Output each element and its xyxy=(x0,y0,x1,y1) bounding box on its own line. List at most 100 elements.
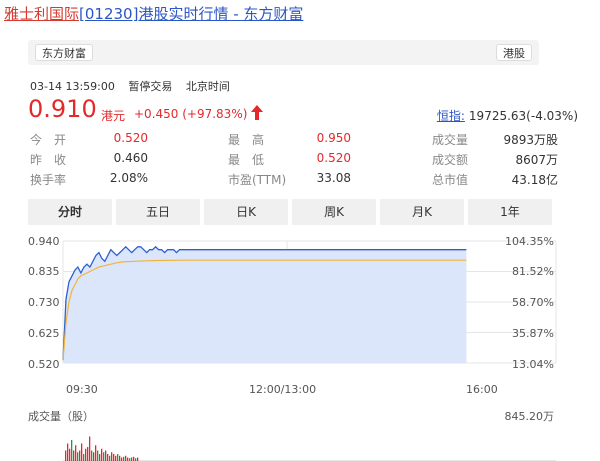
y-tick-right: 81.52% xyxy=(512,265,554,278)
volume-value: 9893万股 xyxy=(503,133,558,147)
tab-weekly-k[interactable]: 周K xyxy=(292,199,376,225)
stats-grid: 今 开 0.520 最 高 0.950 成交量 9893万股 昨 收 0.460… xyxy=(30,128,558,188)
volume-bar xyxy=(125,455,127,461)
y-tick-right: 13.04% xyxy=(512,358,554,371)
x-tick: 16:00 xyxy=(466,383,498,396)
quote-time: 03-14 13:59:00 xyxy=(30,80,115,93)
volume-bar xyxy=(101,448,103,461)
volume-bar xyxy=(111,452,113,461)
pe-value: 33.08 xyxy=(316,171,351,185)
index-quote: 恒指: 19725.63(-4.03%) xyxy=(437,107,578,124)
tab-monthly-k[interactable]: 月K xyxy=(380,199,464,225)
turnover-label: 换手率 xyxy=(30,173,67,187)
volume-bar xyxy=(131,457,133,461)
volume-bar xyxy=(75,445,77,461)
quote-page-link[interactable]: 港股实时行情 - 东方财富 xyxy=(138,5,303,23)
prev-close-label: 昨 收 xyxy=(30,153,67,167)
volume-bar xyxy=(117,454,119,461)
volume-bar xyxy=(71,440,73,461)
open-value: 0.520 xyxy=(113,131,148,145)
time-zone: 北京时间 xyxy=(185,80,230,93)
volume-bar xyxy=(119,455,121,461)
volume-bar xyxy=(91,450,93,461)
volume-bar xyxy=(97,450,99,461)
high-label: 最 高 xyxy=(228,133,265,147)
price-currency: 港元 xyxy=(101,109,126,123)
volume-bar xyxy=(83,454,85,461)
tab-daily-k[interactable]: 日K xyxy=(204,199,288,225)
volume-bar xyxy=(65,450,67,461)
stock-code-link[interactable]: [01230] xyxy=(79,5,138,23)
stock-name-link[interactable]: 雅士利国际 xyxy=(4,5,79,23)
volume-bar xyxy=(137,457,139,461)
volume-bar xyxy=(95,445,97,461)
tab-five-day[interactable]: 五日 xyxy=(116,199,200,225)
volume-axis-label: 成交量（股） xyxy=(28,410,94,423)
stats-row: 今 开 0.520 最 高 0.950 成交量 9893万股 xyxy=(30,128,558,148)
price-change: +0.450 (+97.83%) xyxy=(134,107,248,121)
volume-label: 成交量 xyxy=(432,133,469,147)
market-cap-value: 43.18亿 xyxy=(511,173,558,187)
volume-bar xyxy=(77,452,79,461)
volume-bar xyxy=(89,436,91,461)
volume-bar xyxy=(113,454,115,461)
low-label: 最 低 xyxy=(228,153,265,167)
source-chip[interactable]: 东方财富 xyxy=(35,44,93,61)
market-cap-label: 总市值 xyxy=(432,173,469,187)
volume-bar xyxy=(67,443,69,461)
volume-bar xyxy=(127,457,129,461)
volume-bar xyxy=(103,452,105,461)
volume-bar xyxy=(133,456,135,461)
period-tabs: 分时 五日 日K 周K 月K 1年 xyxy=(28,199,556,225)
turnover-value: 2.08% xyxy=(109,171,148,185)
y-tick-right: 35.87% xyxy=(512,327,554,340)
stats-row: 换手率 2.08% 市盈(TTM) 33.08 总市值 43.18亿 xyxy=(30,168,558,188)
page-title: 雅士利国际[01230]港股实时行情 - 东方财富 xyxy=(4,4,303,24)
volume-bar xyxy=(87,447,89,461)
source-bar: 东方财富 港股 xyxy=(28,40,539,65)
y-tick-left: 0.835 xyxy=(28,265,60,278)
tab-intraday[interactable]: 分时 xyxy=(28,199,112,225)
volume-max-label: 845.20万 xyxy=(504,410,555,423)
price-area xyxy=(63,246,467,363)
index-value: 19725.63(-4.03%) xyxy=(468,109,578,123)
x-tick: 12:00/13:00 xyxy=(249,383,317,396)
low-value: 0.520 xyxy=(316,151,351,165)
y-tick-left: 0.940 xyxy=(28,235,60,248)
volume-bar xyxy=(115,455,117,461)
last-price: 0.910 xyxy=(28,95,97,123)
volume-bar xyxy=(85,448,87,461)
y-tick-left: 0.730 xyxy=(28,296,60,309)
high-value: 0.950 xyxy=(316,131,351,145)
volume-bar xyxy=(105,450,107,461)
volume-bar xyxy=(99,454,101,461)
index-link[interactable]: 恒指: xyxy=(437,109,465,123)
volume-bar xyxy=(123,456,125,461)
up-arrow-icon xyxy=(251,105,263,120)
pe-label: 市盈(TTM) xyxy=(228,173,287,187)
y-tick-left: 0.520 xyxy=(28,358,60,371)
intraday-chart-svg xyxy=(62,240,557,461)
trading-state: 暂停交易 xyxy=(128,80,173,93)
market-chip[interactable]: 港股 xyxy=(496,44,532,61)
volume-bar xyxy=(109,455,111,461)
x-tick: 09:30 xyxy=(66,383,98,396)
volume-bar xyxy=(81,443,83,461)
trading-status: 03-14 13:59:00 暂停交易 北京时间 xyxy=(30,78,240,94)
volume-bar xyxy=(73,450,75,461)
y-tick-right: 104.35% xyxy=(505,235,554,248)
volume-bar xyxy=(69,448,71,461)
intraday-chart: 0.940 0.835 0.730 0.625 0.520 104.35% 81… xyxy=(0,230,600,461)
volume-bar xyxy=(79,450,81,461)
open-label: 今 开 xyxy=(30,133,67,147)
volume-bar xyxy=(107,454,109,461)
amount-label: 成交额 xyxy=(432,153,469,167)
volume-bar xyxy=(93,452,95,461)
tab-one-year[interactable]: 1年 xyxy=(468,199,552,225)
prev-close-value: 0.460 xyxy=(113,151,148,165)
stats-row: 昨 收 0.460 最 低 0.520 成交额 8607万 xyxy=(30,148,558,168)
amount-value: 8607万 xyxy=(515,153,558,167)
y-tick-left: 0.625 xyxy=(28,327,60,340)
volume-bar xyxy=(121,457,123,461)
y-tick-right: 58.70% xyxy=(512,296,554,309)
